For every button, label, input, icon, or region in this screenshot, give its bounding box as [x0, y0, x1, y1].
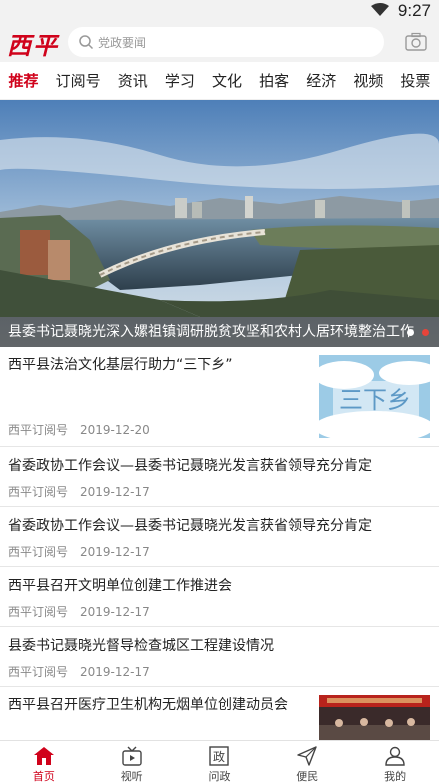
tab-vote[interactable]: 投票 [398, 70, 432, 91]
list-item[interactable]: 省委政协工作会议—县委书记聂晓光发言获省领导充分肯定 西平订阅号 2019-12-… [0, 447, 439, 507]
nav-home[interactable]: 首页 [0, 741, 88, 784]
camera-icon[interactable] [405, 32, 427, 52]
status-bar: 9:27 [0, 0, 439, 22]
carousel-dot[interactable] [407, 329, 414, 336]
list-item[interactable]: 西平县召开文明单位创建工作推进会 西平订阅号 2019-12-17 [0, 567, 439, 627]
news-source: 西平订阅号 [8, 665, 69, 679]
nav-label: 问政 [208, 770, 231, 783]
news-date: 2019-12-20 [80, 423, 150, 437]
list-item[interactable]: 西平县召开医疗卫生机构无烟单位创建动员会 [0, 687, 439, 747]
news-meta: 西平订阅号 2019-12-17 [8, 663, 150, 680]
news-list: 西平县法治文化基层行助力“三下乡” 西平订阅号 2019-12-20 三下乡 省委… [0, 347, 439, 747]
news-title: 省委政协工作会议—县委书记聂晓光发言获省领导充分肯定 [8, 518, 372, 534]
tab-culture[interactable]: 文化 [210, 70, 244, 91]
list-item[interactable]: 西平县法治文化基层行助力“三下乡” 西平订阅号 2019-12-20 三下乡 [0, 347, 439, 447]
news-meta: 西平订阅号 2019-12-17 [8, 543, 150, 560]
tab-photographer[interactable]: 拍客 [257, 70, 291, 91]
tv-icon [121, 746, 142, 766]
news-thumbnail [319, 695, 430, 745]
nav-profile[interactable]: 我的 [351, 741, 439, 784]
banner-carousel[interactable]: 县委书记聂晓光深入嫘祖镇调研脱贫攻坚和农村人居环境整治工作 [0, 100, 439, 347]
search-placeholder: 党政要闻 [98, 36, 147, 50]
thumb-text: 三下乡 [339, 386, 411, 414]
nav-label: 我的 [384, 770, 407, 783]
news-title: 省委政协工作会议—县委书记聂晓光发言获省领导充分肯定 [8, 458, 372, 474]
tab-recommend[interactable]: 推荐 [7, 70, 41, 91]
user-icon [385, 746, 405, 766]
search-input[interactable]: 党政要闻 [68, 27, 384, 57]
news-meta: 西平订阅号 2019-12-17 [8, 483, 150, 500]
wifi-icon [371, 3, 389, 16]
news-title: 西平县召开文明单位创建工作推进会 [8, 578, 232, 594]
status-time: 9:27 [397, 1, 431, 20]
news-meta: 西平订阅号 2019-12-20 [8, 421, 150, 438]
tab-subscribe[interactable]: 订阅号 [54, 70, 103, 91]
search-icon [79, 35, 94, 50]
nav-media[interactable]: 视听 [88, 741, 176, 784]
news-thumbnail: 三下乡 [319, 355, 430, 438]
news-title: 县委书记聂晓光督导检查城区工程建设情况 [8, 638, 274, 654]
tab-study[interactable]: 学习 [163, 70, 197, 91]
svg-text:政: 政 [213, 750, 225, 764]
nav-label: 便民 [296, 770, 319, 783]
tab-video[interactable]: 视频 [351, 70, 385, 91]
banner-caption: 县委书记聂晓光深入嫘祖镇调研脱贫攻坚和农村人居环境整治工作 [0, 317, 439, 347]
app-logo: 西平 [7, 31, 59, 60]
news-title: 西平县法治文化基层行助力“三下乡” [8, 357, 233, 373]
send-icon [297, 746, 317, 766]
carousel-dot-active[interactable] [422, 329, 429, 336]
app-header: 西平 党政要闻 [0, 22, 439, 62]
tab-economy[interactable]: 经济 [304, 70, 338, 91]
news-source: 西平订阅号 [8, 605, 69, 619]
news-date: 2019-12-17 [80, 485, 150, 499]
news-title: 西平县召开医疗卫生机构无烟单位创建动员会 [8, 697, 288, 713]
zheng-icon: 政 [209, 746, 230, 766]
home-icon [33, 747, 54, 765]
bottom-nav: 首页 视听 政 问政 便民 我的 [0, 740, 439, 784]
news-date: 2019-12-17 [80, 665, 150, 679]
list-item[interactable]: 县委书记聂晓光督导检查城区工程建设情况 西平订阅号 2019-12-17 [0, 627, 439, 687]
category-tabs: 推荐 订阅号 资讯 学习 文化 拍客 经济 视频 投票 [0, 62, 439, 100]
nav-label: 视听 [120, 770, 143, 783]
banner-image [0, 100, 439, 347]
news-source: 西平订阅号 [8, 485, 69, 499]
nav-label: 首页 [32, 770, 55, 783]
nav-inquiry[interactable]: 政 问政 [176, 741, 264, 784]
news-meta: 西平订阅号 2019-12-17 [8, 603, 150, 620]
news-date: 2019-12-17 [80, 545, 150, 559]
news-date: 2019-12-17 [80, 605, 150, 619]
list-item[interactable]: 省委政协工作会议—县委书记聂晓光发言获省领导充分肯定 西平订阅号 2019-12-… [0, 507, 439, 567]
news-source: 西平订阅号 [8, 423, 69, 437]
nav-service[interactable]: 便民 [263, 741, 351, 784]
carousel-indicator [407, 329, 429, 336]
tab-news[interactable]: 资讯 [116, 70, 150, 91]
news-source: 西平订阅号 [8, 545, 69, 559]
